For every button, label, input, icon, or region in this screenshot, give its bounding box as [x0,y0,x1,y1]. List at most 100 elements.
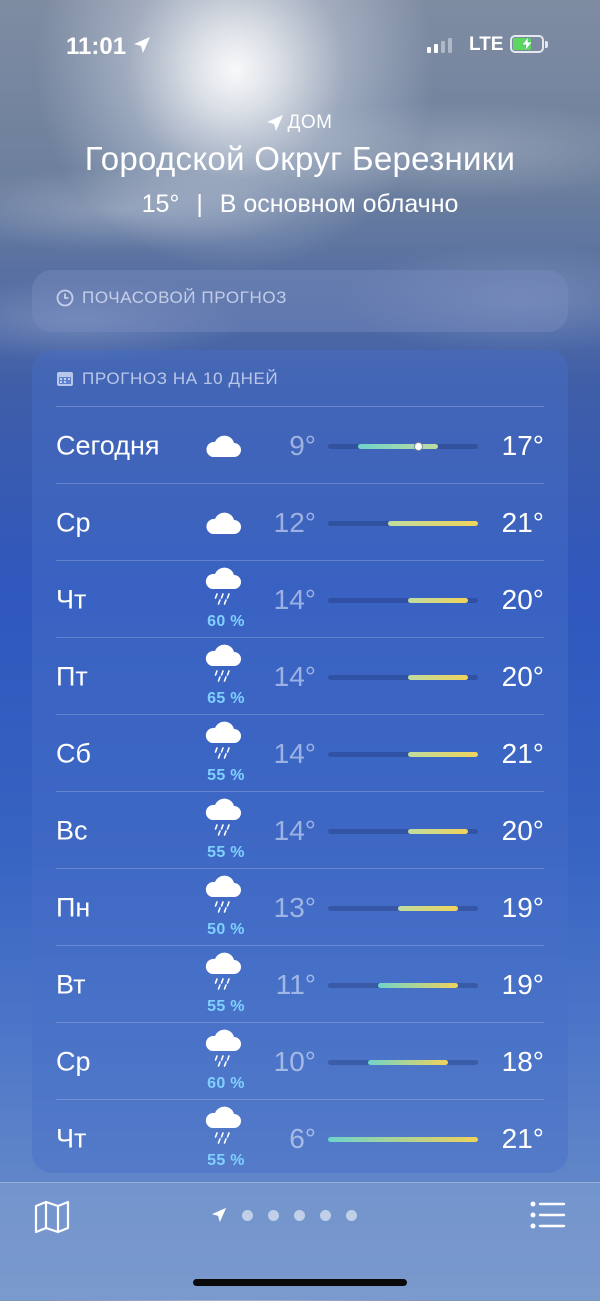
high-temp: 20° [501,660,544,692]
cloud-rain-icon: 55 % [201,792,251,869]
day-label: Пт [56,661,88,691]
cloud-rain-icon: 65 % [201,638,251,715]
precipitation-chance: 50 % [207,921,245,938]
ten-day-forecast-card[interactable]: ПРОГНОЗ НА 10 ДНЕЙ Сегодня 9° 17° Ср 12° 21° Ч… [32,350,568,1173]
conditions-separator: | [196,190,203,218]
forecast-row[interactable]: Ср 60 % 10° 18° [56,1023,544,1100]
high-temp: 20° [501,583,544,615]
location-header: ДОМ Городской Округ Березники 15° | В ос… [0,112,600,219]
low-temp: 11° [275,968,316,1000]
calendar-icon [57,372,73,386]
hourly-forecast-card[interactable]: ПОЧАСОВОЙ ПРОГНОЗ [32,270,568,332]
forecast-row[interactable]: Сегодня 9° 17° [56,407,544,484]
home-indicator[interactable] [193,1279,407,1286]
day-label: Пн [56,892,91,922]
temp-range-fill [408,828,468,834]
temp-range-bar [328,905,478,911]
condition-text: В основном облачно [219,190,459,218]
temp-range-bar [328,1059,478,1065]
precipitation-chance: 60 % [207,1075,245,1092]
low-temp: 9° [289,429,316,461]
location-arrow-icon [211,1207,227,1223]
home-label: ДОМ [0,112,600,134]
temp-range-fill [378,982,458,988]
day-label: Сб [56,738,91,768]
hourly-title-text: ПОЧАСОВОЙ ПРОГНОЗ [82,288,288,307]
forecast-row[interactable]: Сб 55 % 14° 21° [56,715,544,792]
high-temp: 18° [501,1045,544,1077]
page-dot[interactable] [294,1209,305,1221]
clock-icon [56,289,74,307]
temp-range-bar [328,597,478,603]
high-temp: 21° [501,737,544,769]
cloud-icon [201,407,251,484]
low-temp: 10° [273,1045,316,1077]
status-time: 11:01 [66,33,127,60]
temp-range-bar [328,674,478,680]
daily-title: ПРОГНОЗ НА 10 ДНЕЙ [56,369,278,389]
low-temp: 13° [273,891,316,923]
day-label: Вс [56,815,88,845]
network-type: LTE [469,34,504,55]
temp-range-fill [408,597,468,603]
temp-range-fill [388,520,478,526]
precipitation-chance: 65 % [207,690,245,707]
page-dot[interactable] [346,1209,357,1221]
temp-range-fill [408,751,478,757]
page-dot[interactable] [320,1209,331,1221]
precipitation-chance: 55 % [207,844,245,861]
temp-range-fill [408,674,468,680]
temp-range-fill [398,905,458,911]
temp-range-bar [328,982,478,988]
page-dot[interactable] [268,1209,279,1221]
cloud-rain-icon: 55 % [201,1100,251,1177]
low-temp: 12° [273,506,316,538]
forecast-row[interactable]: Чт 55 % 6° 21° [56,1100,544,1177]
high-temp: 20° [501,814,544,846]
low-temp: 14° [273,660,316,692]
forecast-row[interactable]: Пн 50 % 13° 19° [56,869,544,946]
precipitation-chance: 55 % [207,767,245,784]
current-conditions: 15° | В основном облачно [0,190,600,219]
map-button[interactable] [34,1200,70,1239]
temp-range-fill [358,443,438,449]
precipitation-chance: 55 % [207,1152,245,1169]
temp-range-fill [368,1059,448,1065]
forecast-row[interactable]: Вт 55 % 11° 19° [56,946,544,1023]
current-temp-marker [414,441,423,451]
locations-list-button[interactable] [530,1200,566,1235]
cloud-rain-icon: 60 % [201,561,251,638]
list-icon [530,1201,566,1229]
forecast-row[interactable]: Чт 60 % 14° 20° [56,561,544,638]
hourly-title: ПОЧАСОВОЙ ПРОГНОЗ [56,288,287,308]
cloud-rain-icon: 55 % [201,715,251,792]
temp-range-fill [328,1136,478,1142]
low-temp: 14° [273,583,316,615]
temp-range-bar [328,751,478,757]
precipitation-chance: 60 % [207,613,245,630]
cloud-icon [201,484,251,561]
day-label: Ср [56,507,91,537]
location-arrow-icon [133,36,151,59]
city-name: Городской Округ Березники [84,140,516,177]
low-temp: 14° [273,737,316,769]
page-dot[interactable] [242,1209,253,1221]
forecast-row[interactable]: Вс 55 % 14° 20° [56,792,544,869]
current-temp: 15° [141,190,180,218]
low-temp: 14° [273,814,316,846]
temp-range-bar [328,520,478,526]
forecast-row[interactable]: Пт 65 % 14° 20° [56,638,544,715]
low-temp: 6° [289,1122,316,1154]
bottom-toolbar [0,1182,600,1301]
temp-range-bar [328,441,478,451]
day-label: Чт [56,584,87,614]
cloud-rain-icon: 60 % [201,1023,251,1100]
page-indicator[interactable] [211,1207,357,1223]
cloud-rain-icon: 50 % [201,869,251,946]
daily-title-text: ПРОГНОЗ НА 10 ДНЕЙ [82,369,279,388]
cloud-rain-icon: 55 % [201,946,251,1023]
location-arrow-icon [266,115,283,131]
status-bar: 11:01 LTE [0,0,600,90]
high-temp: 21° [501,506,544,538]
forecast-row[interactable]: Ср 12° 21° [56,484,544,561]
